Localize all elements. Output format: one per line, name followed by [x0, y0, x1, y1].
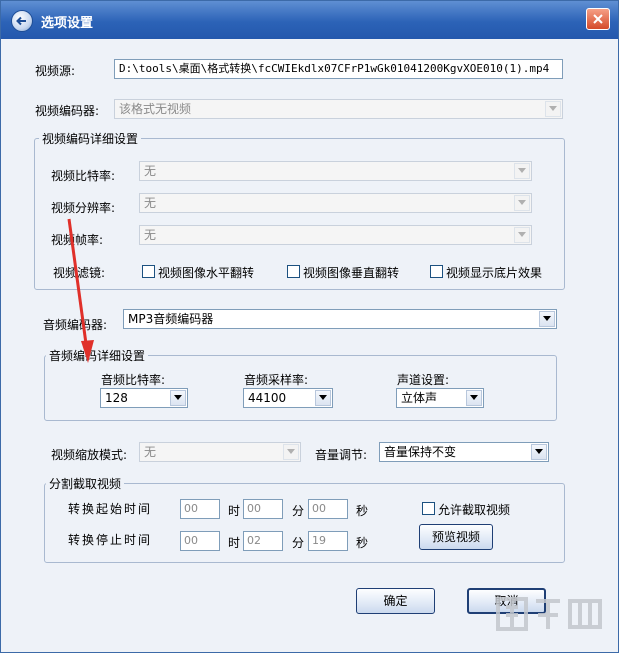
- chevron-down-icon[interactable]: [170, 390, 186, 406]
- video-detail-title: 视频编码详细设置: [39, 130, 142, 147]
- scale-mode-select[interactable]: 无: [139, 442, 301, 462]
- flip-vertical-checkbox[interactable]: [287, 265, 300, 278]
- chevron-down-icon[interactable]: [545, 101, 561, 117]
- flip-horizontal-label: 视频图像水平翻转: [158, 266, 255, 280]
- back-arrow-icon: [11, 10, 33, 32]
- audio-bitrate-select[interactable]: 128: [100, 388, 188, 408]
- unit-hour: 时: [228, 536, 241, 550]
- end-time-label: 转换停止时间: [68, 533, 153, 547]
- video-framerate-select[interactable]: 无: [139, 225, 532, 245]
- audio-samplerate-label: 音频采样率:: [244, 373, 309, 387]
- volume-label: 音量调节:: [315, 448, 368, 462]
- audio-detail-title: 音频编码详细设置: [46, 347, 149, 364]
- audio-encoder-select[interactable]: MP3音频编码器: [123, 309, 557, 329]
- ok-button[interactable]: 确定: [356, 588, 435, 614]
- close-button[interactable]: [586, 8, 610, 30]
- scale-mode-label: 视频缩放模式:: [51, 448, 128, 462]
- end-second-input[interactable]: 19: [308, 531, 348, 551]
- video-resolution-select[interactable]: 无: [139, 193, 532, 213]
- video-source-label: 视频源:: [35, 64, 76, 78]
- chevron-down-icon[interactable]: [466, 390, 482, 406]
- audio-samplerate-value: 44100: [248, 391, 287, 405]
- start-hour-input[interactable]: 00: [180, 499, 220, 519]
- video-encoder-label: 视频编码器:: [35, 104, 100, 118]
- window-title: 选项设置: [41, 16, 94, 31]
- start-second-input[interactable]: 00: [308, 499, 348, 519]
- audio-encoder-value: MP3音频编码器: [128, 312, 214, 326]
- video-framerate-value: 无: [144, 228, 157, 242]
- end-minute-input[interactable]: 02: [243, 531, 283, 551]
- chevron-down-icon[interactable]: [514, 227, 530, 243]
- chevron-down-icon[interactable]: [514, 195, 530, 211]
- audio-samplerate-select[interactable]: 44100: [243, 388, 333, 408]
- split-video-group: [44, 483, 565, 563]
- end-hour-input[interactable]: 00: [180, 531, 220, 551]
- unit-second: 秒: [356, 536, 369, 550]
- title-bar: 选项设置: [1, 1, 618, 39]
- video-resolution-value: 无: [144, 196, 157, 210]
- flip-horizontal-checkbox[interactable]: [142, 265, 155, 278]
- video-encoder-value: 该格式无视频: [119, 102, 192, 116]
- start-minute-input[interactable]: 00: [243, 499, 283, 519]
- chevron-down-icon[interactable]: [539, 311, 555, 327]
- chevron-down-icon[interactable]: [283, 444, 299, 460]
- flip-vertical-label: 视频图像垂直翻转: [303, 266, 400, 280]
- video-bitrate-value: 无: [144, 164, 157, 178]
- video-source-field[interactable]: D:\tools\桌面\格式转换\fcCWIEkdlx07CFrP1wGk010…: [114, 59, 563, 79]
- allow-split-checkbox[interactable]: [422, 502, 435, 515]
- channel-setting-label: 声道设置:: [397, 373, 450, 387]
- start-time-label: 转换起始时间: [68, 502, 153, 516]
- chevron-down-icon[interactable]: [315, 390, 331, 406]
- download-logo-icon: [496, 597, 602, 631]
- close-icon: [593, 14, 603, 24]
- video-framerate-label: 视频帧率:: [51, 233, 104, 247]
- chevron-down-icon[interactable]: [514, 163, 530, 179]
- negative-effect-label: 视频显示底片效果: [446, 266, 543, 280]
- volume-select[interactable]: 音量保持不变: [379, 442, 549, 462]
- negative-effect-checkbox[interactable]: [430, 265, 443, 278]
- video-resolution-label: 视频分辨率:: [51, 201, 116, 215]
- audio-bitrate-value: 128: [105, 391, 128, 405]
- chevron-down-icon[interactable]: [531, 444, 547, 460]
- video-encoder-select[interactable]: 该格式无视频: [114, 99, 563, 119]
- channel-setting-value: 立体声: [401, 391, 438, 405]
- audio-encoder-label: 音频编码器:: [43, 318, 108, 332]
- unit-minute: 分: [292, 536, 305, 550]
- watermark-logo: [496, 593, 606, 644]
- unit-hour: 时: [228, 504, 241, 518]
- video-bitrate-select[interactable]: 无: [139, 161, 532, 181]
- audio-bitrate-label: 音频比特率:: [101, 373, 166, 387]
- preview-video-button[interactable]: 预览视频: [419, 524, 493, 550]
- channel-setting-select[interactable]: 立体声: [396, 388, 484, 408]
- scale-mode-value: 无: [144, 445, 157, 459]
- split-video-title: 分割截取视频: [46, 475, 125, 492]
- video-bitrate-label: 视频比特率:: [51, 169, 116, 183]
- volume-value: 音量保持不变: [384, 445, 457, 459]
- options-dialog: 选项设置 视频源: D:\tools\桌面\格式转换\fcCWIEkdlx07C…: [0, 0, 619, 653]
- unit-second: 秒: [356, 504, 369, 518]
- video-filter-label: 视频滤镜:: [53, 266, 106, 280]
- unit-minute: 分: [292, 504, 305, 518]
- allow-split-label: 允许截取视频: [438, 503, 511, 517]
